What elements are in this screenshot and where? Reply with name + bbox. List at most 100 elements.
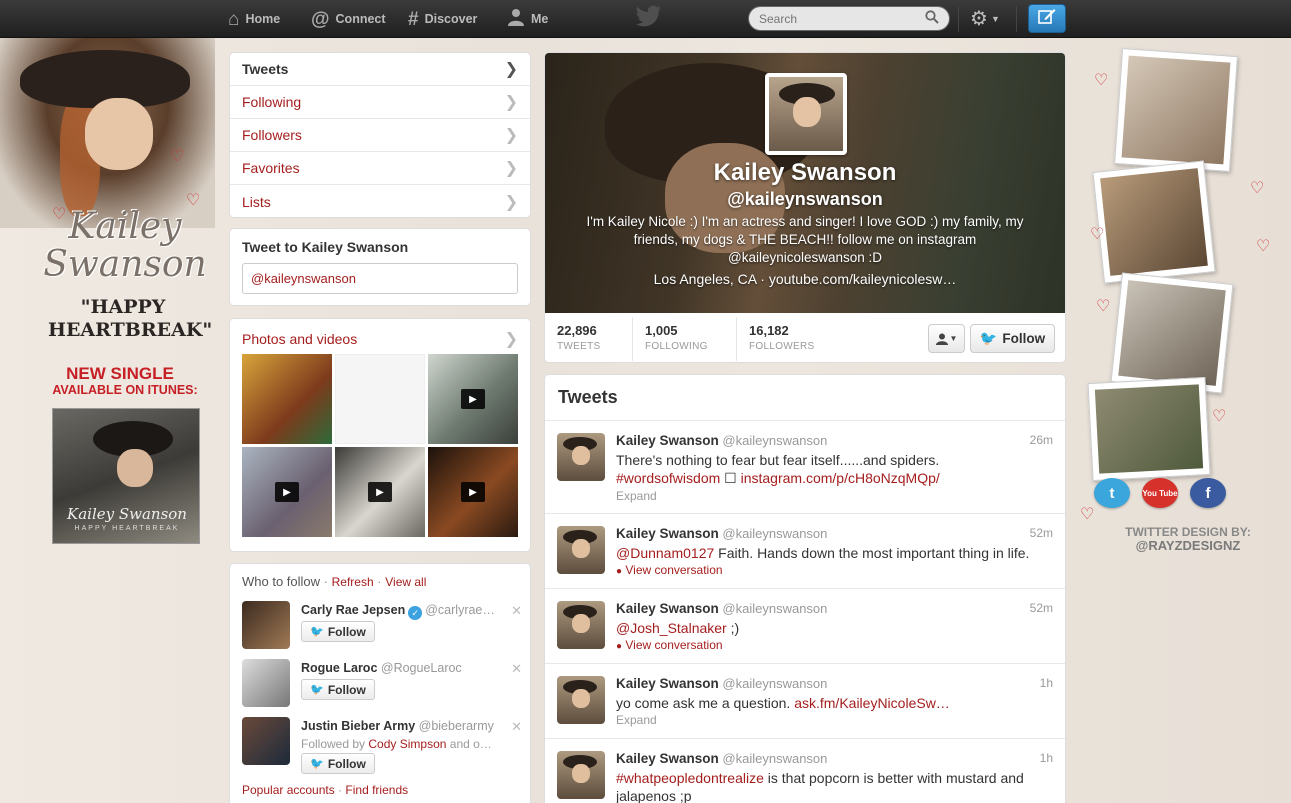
tweet[interactable]: Kailey Swanson @kaileynswanson 52m @Josh…	[545, 589, 1065, 664]
stat-followers[interactable]: 16,182 FOLLOWERS	[737, 323, 815, 359]
nav-list-item-tweets[interactable]: Tweets ❯	[230, 53, 530, 86]
stat-label: FOLLOWERS	[749, 341, 815, 352]
tweet-author-name[interactable]: Kailey Swanson	[616, 526, 719, 541]
follow-button-label: Follow	[327, 682, 366, 697]
avatar[interactable]	[557, 433, 605, 481]
tweet[interactable]: Kailey Swanson @kaileynswanson 1h #whatp…	[545, 739, 1065, 803]
suggested-user: Justin Bieber Army @bieberarmy ✕ Followe…	[242, 717, 522, 779]
tweet[interactable]: Kailey Swanson @kaileynswanson 1h yo com…	[545, 664, 1065, 739]
suggested-user-name[interactable]: Justin Bieber Army @bieberarmy	[301, 719, 494, 733]
profile-website-link[interactable]: youtube.com/kaileynicolesw…	[769, 271, 957, 287]
nav-connect[interactable]: @ Connect	[311, 0, 386, 38]
photos-and-videos-header[interactable]: Photos and videos ❯	[242, 329, 518, 349]
tweet[interactable]: Kailey Swanson @kaileynswanson 26m There…	[545, 421, 1065, 514]
youtube-icon[interactable]: You Tube	[1142, 478, 1178, 508]
view-conversation-link[interactable]: ● View conversation	[616, 563, 723, 577]
avatar[interactable]	[557, 751, 605, 799]
user-actions-dropdown[interactable]: ▼	[928, 324, 965, 353]
nav-list-item-following[interactable]: Following ❯	[230, 86, 530, 119]
media-thumbnail[interactable]	[335, 354, 425, 444]
compose-tweet-button[interactable]	[1028, 4, 1066, 33]
profile-avatar[interactable]	[765, 73, 847, 155]
mention-link[interactable]: @Dunnam0127	[616, 545, 714, 561]
follow-button[interactable]: 🐦 Follow	[301, 679, 375, 700]
suggested-user: Rogue Laroc @RogueLaroc ✕ 🐦 Follow	[242, 659, 522, 709]
media-thumbnail[interactable]: ▶	[428, 354, 518, 444]
avatar[interactable]	[242, 601, 290, 649]
search-icon[interactable]	[925, 10, 939, 27]
twitter-bird-icon: 🐦	[310, 626, 324, 638]
dismiss-close-icon[interactable]: ✕	[511, 661, 522, 677]
facebook-icon[interactable]: f	[1190, 478, 1226, 508]
avatar[interactable]	[242, 717, 290, 765]
follow-button[interactable]: 🐦 Follow	[301, 621, 375, 642]
tweet-to-title: Tweet to Kailey Swanson	[242, 239, 409, 255]
compose-icon	[1038, 8, 1056, 29]
tweet-timestamp[interactable]: 52m	[1030, 526, 1053, 540]
dismiss-close-icon[interactable]: ✕	[511, 603, 522, 619]
tweet[interactable]: Kailey Swanson @kaileynswanson 52m @Dunn…	[545, 514, 1065, 589]
media-thumbnail[interactable]: ▶	[242, 447, 332, 537]
follow-button[interactable]: 🐦 Follow	[301, 753, 375, 774]
nav-list-item-lists[interactable]: Lists ❯	[230, 185, 530, 218]
tweet-author-name[interactable]: Kailey Swanson	[616, 751, 719, 766]
avatar[interactable]	[557, 676, 605, 724]
stat-following[interactable]: 1,005 FOLLOWING	[633, 323, 708, 359]
refresh-link[interactable]: Refresh	[332, 575, 374, 589]
nav-list-item-followers[interactable]: Followers ❯	[230, 119, 530, 152]
nav-list-item-favorites[interactable]: Favorites ❯	[230, 152, 530, 185]
design-credit-handle[interactable]: @RAYZDESIGNZ	[1098, 539, 1278, 553]
tweet-author-name[interactable]: Kailey Swanson	[616, 601, 719, 616]
nav-list-label: Favorites	[242, 160, 300, 176]
expand-link[interactable]: Expand	[616, 489, 657, 503]
search-input[interactable]	[759, 11, 919, 26]
find-friends-link[interactable]: Find friends	[345, 783, 408, 797]
dismiss-close-icon[interactable]: ✕	[511, 719, 522, 735]
hash-icon: #	[408, 8, 419, 30]
nav-home[interactable]: ⌂ Home	[228, 0, 280, 38]
media-thumbnail[interactable]: ▶	[335, 447, 425, 537]
available-on-itunes-label: AVAILABLE ON ITUNES:	[52, 383, 198, 397]
suggested-user-name[interactable]: Carly Rae Jepsen ✓ @carlyrae…	[301, 603, 495, 620]
profile-handle: @kaileynswanson	[727, 189, 883, 209]
tweet-to-input[interactable]	[242, 263, 518, 294]
user-display-name: Carly Rae Jepsen	[301, 603, 406, 617]
chevron-right-icon: ❯	[504, 94, 518, 111]
tweet-author-name[interactable]: Kailey Swanson	[616, 676, 719, 691]
media-thumbnail[interactable]: ▶	[428, 447, 518, 537]
avatar[interactable]	[242, 659, 290, 707]
stat-tweets[interactable]: 22,896 TWEETS	[545, 323, 600, 359]
followed-by-link[interactable]: Cody Simpson	[368, 737, 446, 751]
expand-link[interactable]: Expand	[616, 713, 657, 727]
view-all-link[interactable]: View all	[385, 575, 426, 589]
mention-link[interactable]: @Josh_Stalnaker	[616, 620, 727, 636]
suggested-user-name[interactable]: Rogue Laroc @RogueLaroc	[301, 661, 462, 675]
hashtag-link[interactable]: #whatpeopledontrealize	[616, 770, 764, 786]
heart-icon: ♡	[1096, 298, 1111, 315]
tweet-timestamp[interactable]: 1h	[1040, 676, 1053, 690]
polaroid-photo	[1114, 48, 1238, 172]
tweet-link[interactable]: ask.fm/KaileyNicoleSw…	[794, 695, 950, 711]
tweet-timestamp[interactable]: 52m	[1030, 601, 1053, 615]
hashtag-link[interactable]: #wordsofwisdom	[616, 470, 720, 486]
chevron-right-icon: ❯	[504, 193, 518, 211]
search-box[interactable]	[748, 6, 950, 31]
tweet-link[interactable]: instagram.com/p/cH8oNzqMQp/	[741, 470, 940, 486]
follow-button[interactable]: 🐦 Follow	[970, 324, 1055, 353]
view-conversation-label: View conversation	[625, 563, 723, 577]
nav-discover[interactable]: # Discover	[408, 0, 477, 38]
avatar[interactable]	[557, 526, 605, 574]
view-conversation-link[interactable]: ● View conversation	[616, 638, 723, 652]
popular-accounts-link[interactable]: Popular accounts	[242, 783, 335, 797]
twitter-bird-logo-icon[interactable]	[636, 5, 662, 33]
nav-me[interactable]: Me	[507, 0, 548, 38]
tweet-timestamp[interactable]: 1h	[1040, 751, 1053, 765]
profile-location: Los Angeles, CA	[653, 271, 757, 287]
twitter-icon[interactable]: t	[1094, 478, 1130, 508]
tweet-timestamp[interactable]: 26m	[1030, 433, 1053, 447]
photos-and-videos-panel: Photos and videos ❯ ▶ ▶ ▶ ▶	[229, 318, 531, 552]
media-thumbnail[interactable]	[242, 354, 332, 444]
avatar[interactable]	[557, 601, 605, 649]
tweet-author-name[interactable]: Kailey Swanson	[616, 433, 719, 448]
settings-menu[interactable]: ⚙ ▼	[970, 6, 1000, 31]
